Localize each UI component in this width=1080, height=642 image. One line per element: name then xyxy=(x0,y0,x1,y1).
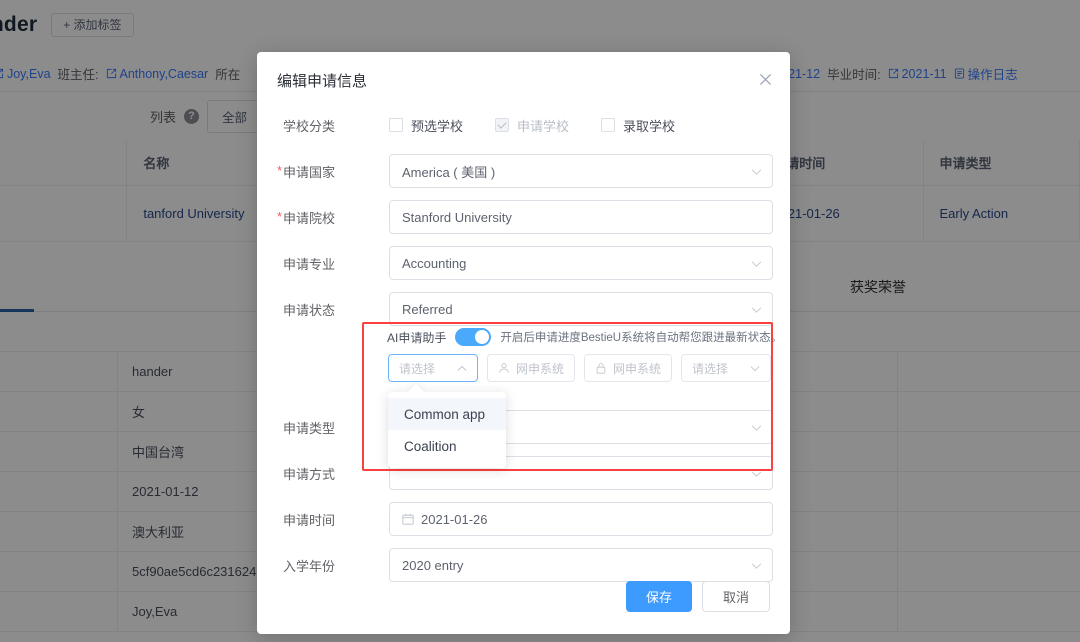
field-school-class: 学校分类 预选学校 申请学校 录取学校 xyxy=(257,108,790,142)
lock-icon xyxy=(595,362,607,374)
field-apply-method: 申请方式 xyxy=(257,456,790,490)
ai-account-label: 网申系统 xyxy=(516,361,565,376)
close-icon[interactable] xyxy=(756,70,774,88)
field-school: * 申请院校 Stanford University xyxy=(257,200,790,234)
required-marker: * xyxy=(277,208,283,224)
chevron-down-icon xyxy=(751,420,762,435)
chevron-up-icon xyxy=(457,365,467,372)
label-major: 申请专业 xyxy=(283,256,336,272)
label-entry-year: 入学年份 xyxy=(283,558,336,574)
ai-platform-select-label: 请选择 xyxy=(399,361,436,376)
dropdown-item-coalition[interactable]: Coalition xyxy=(388,430,506,462)
required-marker: * xyxy=(277,162,283,178)
dialog-title: 编辑申请信息 xyxy=(277,72,368,90)
chevron-down-icon xyxy=(751,466,762,481)
checkbox-checked-icon xyxy=(495,118,510,132)
chevron-down-icon xyxy=(751,558,762,573)
label-apply-type: 申请类型 xyxy=(283,420,336,436)
major-select[interactable]: Accounting xyxy=(389,246,773,280)
ai-extra-select-label: 请选择 xyxy=(692,361,729,376)
ai-password-label: 网申系统 xyxy=(613,361,662,376)
school-input[interactable]: Stanford University xyxy=(389,200,773,234)
dialog-header: 编辑申请信息 xyxy=(257,52,790,108)
cancel-button[interactable]: 取消 xyxy=(701,581,770,612)
field-entry-year: 入学年份 2020 entry xyxy=(257,548,790,582)
calendar-icon xyxy=(402,513,414,525)
label-apply-date: 申请时间 xyxy=(283,512,336,528)
chevron-down-icon xyxy=(751,256,762,271)
checkbox-box-icon xyxy=(389,118,403,132)
label-apply-method: 申请方式 xyxy=(283,466,336,482)
edit-application-dialog: 编辑申请信息 学校分类 预选学校 申请学校 录取学校 * 申请国家 Americ… xyxy=(257,52,790,634)
ai-account-button[interactable]: 网申系统 xyxy=(487,354,576,382)
label-country: * 申请国家 xyxy=(277,162,336,180)
major-value: Accounting xyxy=(402,255,467,271)
save-button[interactable]: 保存 xyxy=(625,581,692,612)
entry-year-select[interactable]: 2020 entry xyxy=(389,548,773,582)
checkbox-label: 预选学校 xyxy=(411,118,464,134)
ai-assistant-label: AI申请助手 xyxy=(387,330,447,345)
ai-assistant-toggle[interactable] xyxy=(455,328,492,346)
school-value: Stanford University xyxy=(402,209,512,225)
ai-platform-select[interactable]: 请选择 xyxy=(388,354,478,382)
checkbox-applied-school: 申请学校 xyxy=(495,116,569,135)
checkbox-label: 申请学校 xyxy=(517,118,570,134)
dialog-footer: 保存 取消 xyxy=(625,581,770,612)
apply-date-value: 2021-01-26 xyxy=(421,511,488,527)
checkbox-admitted-school[interactable]: 录取学校 xyxy=(601,116,675,135)
chevron-down-icon xyxy=(751,302,762,317)
field-major: 申请专业 Accounting xyxy=(257,246,790,280)
status-select[interactable]: Referred xyxy=(389,292,773,326)
checkbox-box-icon xyxy=(601,118,616,132)
country-select[interactable]: America ( 美国 ) xyxy=(389,154,773,188)
entry-year-value: 2020 entry xyxy=(402,557,464,573)
ai-assistant-description: 开启后申请进度BestieU系统将自动帮您跟进最新状态。 xyxy=(500,332,783,344)
label-status: 申请状态 xyxy=(283,302,336,318)
ai-assistant-button-row: 请选择 网申系统 网申系统 请选择 xyxy=(388,354,772,382)
ai-extra-select[interactable]: 请选择 xyxy=(681,354,772,382)
dropdown-item-common-app[interactable]: Common app xyxy=(388,398,506,430)
chevron-down-icon xyxy=(751,164,762,179)
label-school-class: 学校分类 xyxy=(283,118,336,134)
country-value: America ( 美国 ) xyxy=(402,164,496,180)
field-status: 申请状态 Referred xyxy=(257,292,790,326)
user-icon xyxy=(498,362,510,374)
status-value: Referred xyxy=(402,301,453,317)
ai-platform-dropdown: Common app Coalition xyxy=(388,392,506,468)
chevron-down-icon xyxy=(750,365,760,372)
field-apply-date: 申请时间 2021-01-26 xyxy=(257,502,790,536)
apply-date-input[interactable]: 2021-01-26 xyxy=(389,502,773,536)
ai-password-button[interactable]: 网申系统 xyxy=(584,354,673,382)
ai-assistant-row: AI申请助手 开启后申请进度BestieU系统将自动帮您跟进最新状态。 xyxy=(387,328,782,346)
field-apply-type: 申请类型 xyxy=(257,410,790,444)
school-class-checkbox-group: 预选学校 申请学校 录取学校 xyxy=(389,108,773,142)
checkbox-label: 录取学校 xyxy=(623,118,676,134)
label-school: * 申请院校 xyxy=(277,208,336,226)
field-country: * 申请国家 America ( 美国 ) xyxy=(257,154,790,188)
checkbox-preselect-school[interactable]: 预选学校 xyxy=(389,116,463,135)
